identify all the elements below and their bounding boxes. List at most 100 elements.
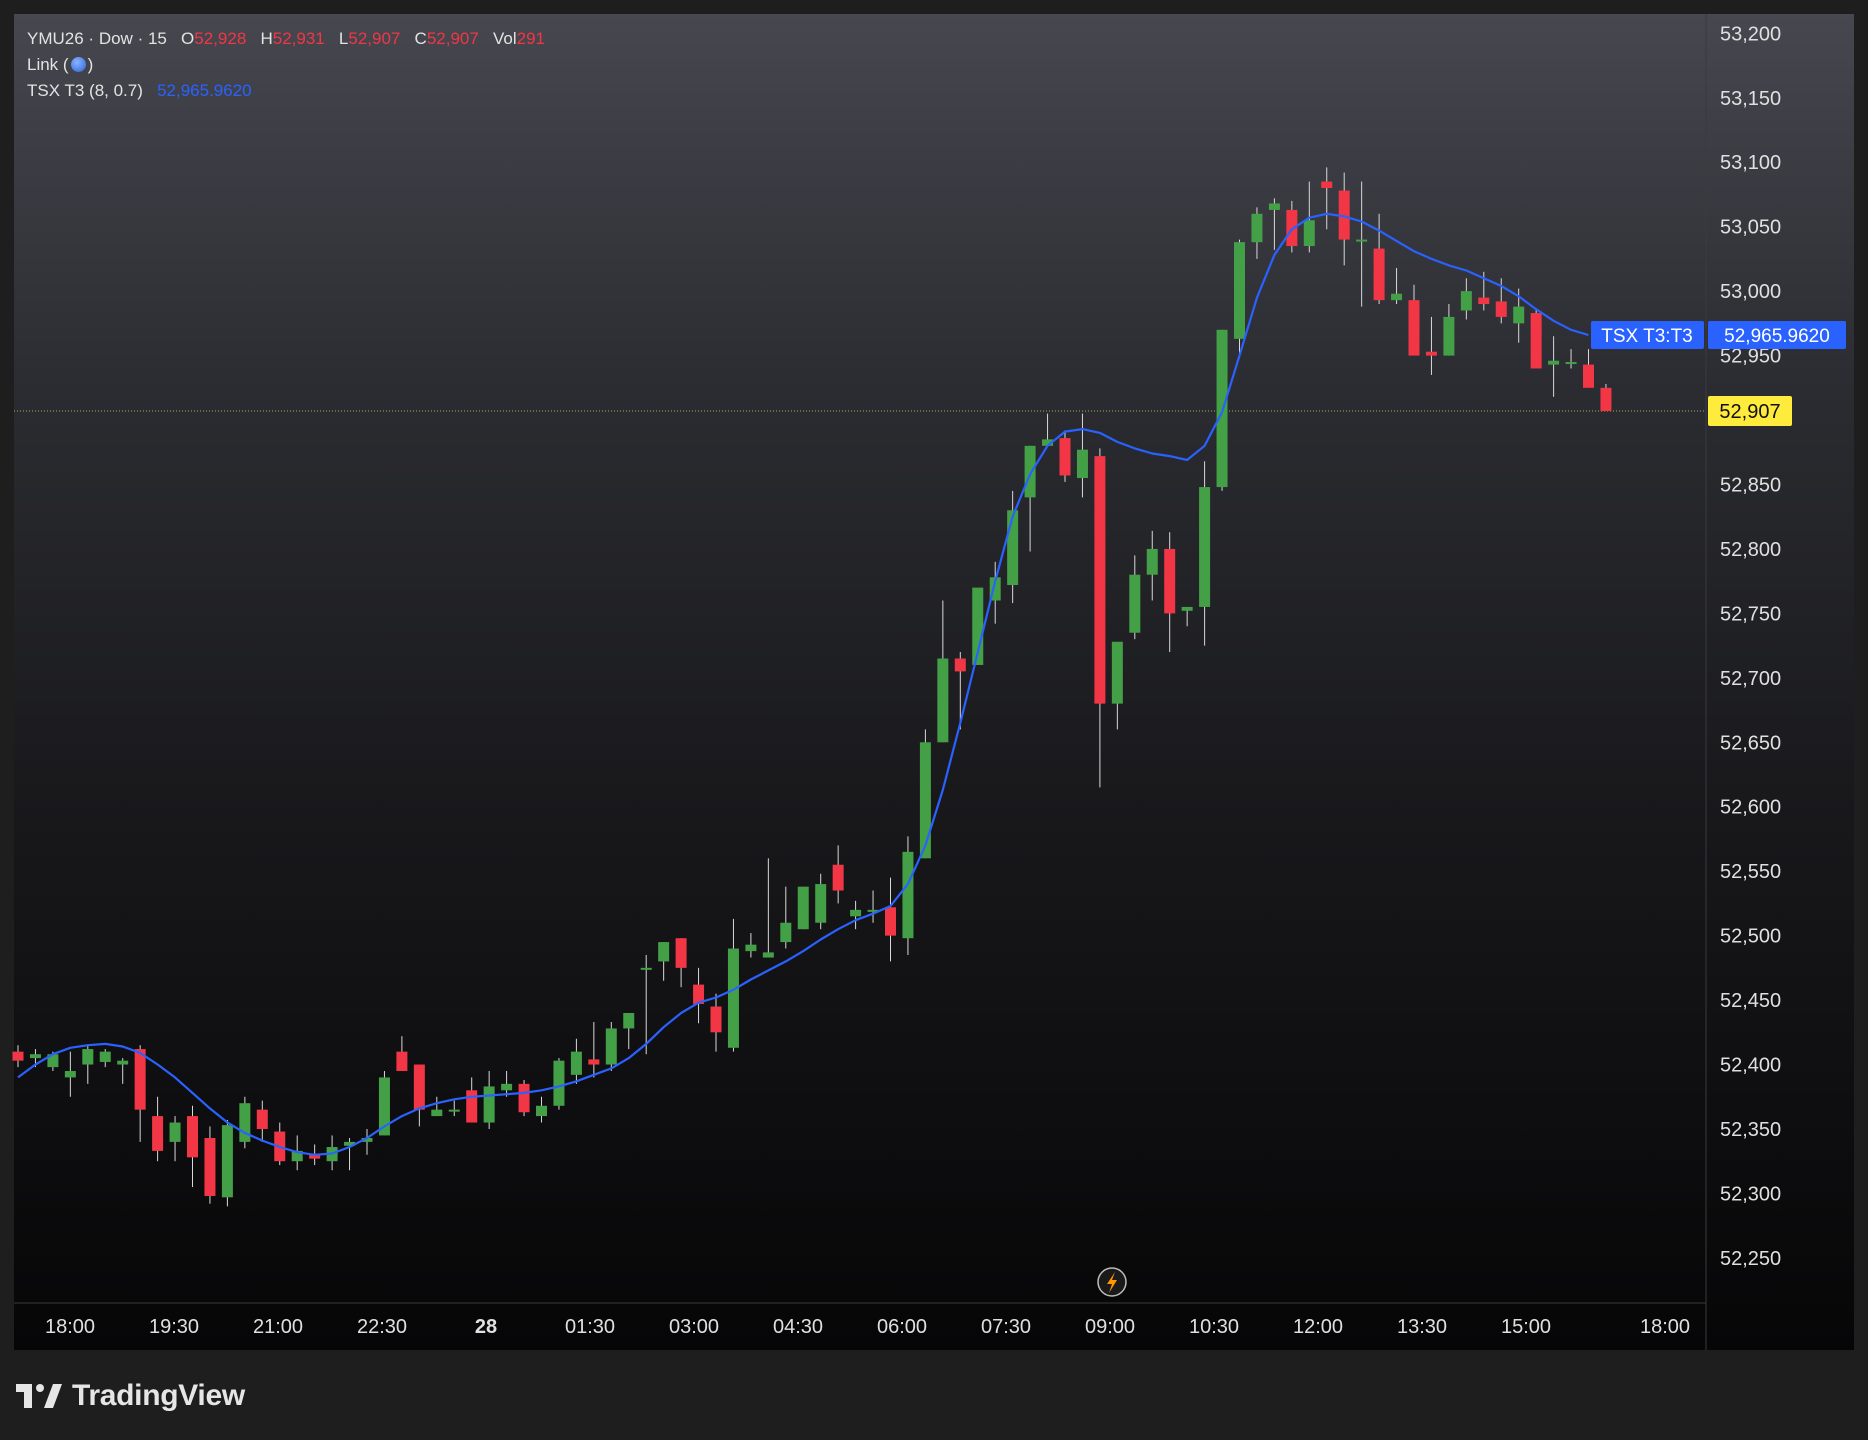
candle-body <box>553 1060 565 1106</box>
candle <box>396 1036 408 1071</box>
candle <box>1251 207 1263 259</box>
candle-body <box>1251 213 1263 243</box>
candle-body <box>675 938 687 968</box>
legend-low-label: L <box>338 29 349 48</box>
candle-body <box>623 1012 635 1029</box>
candle-body <box>117 1060 129 1065</box>
legend-vol-label: Vol <box>493 29 517 48</box>
legend-open-value: 52,928 <box>194 29 247 48</box>
candle <box>1530 310 1542 369</box>
tradingview-logo[interactable]: TradingView <box>16 1378 245 1414</box>
x-tick-label: 09:00 <box>1085 1316 1135 1338</box>
legend-indicator-name[interactable]: TSX T3 (8, 0.7) <box>27 81 143 100</box>
y-tick-label: 52,500 <box>1720 926 1781 948</box>
candle <box>187 1105 198 1187</box>
candle-body <box>239 1103 251 1142</box>
candle-body <box>954 658 966 672</box>
candle <box>1146 530 1158 601</box>
candle <box>221 1119 233 1207</box>
candle <box>780 886 792 949</box>
candle <box>1111 641 1123 730</box>
candle-body <box>64 1070 76 1078</box>
candle <box>12 1045 24 1068</box>
x-tick-label: 18:00 <box>45 1316 95 1338</box>
candle-body <box>536 1105 547 1117</box>
candle-body <box>256 1109 268 1129</box>
legend-link-close: ) <box>87 55 94 74</box>
legend-close-value: 52,907 <box>426 29 479 48</box>
candle <box>274 1122 286 1166</box>
candle <box>1129 555 1141 640</box>
tradingview-logo-icon <box>16 1384 62 1408</box>
candle-body <box>1234 242 1245 339</box>
candle <box>204 1126 216 1204</box>
candle-body <box>919 742 931 859</box>
candle-body <box>1443 316 1455 356</box>
candle <box>727 918 739 1052</box>
last-price-tag-label: 52,907 <box>1719 401 1780 423</box>
x-tick-label: 15:00 <box>1501 1316 1551 1338</box>
candle-body <box>221 1125 233 1198</box>
tsx-t3-line[interactable] <box>17 212 1589 1156</box>
candle <box>466 1077 478 1123</box>
x-tick-label: 03:00 <box>669 1316 719 1338</box>
candle <box>1059 430 1071 482</box>
y-tick-label: 53,200 <box>1720 23 1781 45</box>
candle-body <box>658 942 670 962</box>
indicator-value-tag-label: 52,965.9620 <box>1724 326 1830 347</box>
x-tick-label: 19:30 <box>149 1316 199 1338</box>
candle <box>1321 167 1333 230</box>
candle <box>256 1100 268 1142</box>
link-globe-icon[interactable] <box>70 57 86 72</box>
candle-body <box>413 1064 425 1110</box>
y-tick-label: 52,750 <box>1720 603 1781 625</box>
candle <box>536 1096 547 1123</box>
candle <box>82 1045 94 1084</box>
legend-close-label: C <box>414 29 427 48</box>
candle <box>1164 532 1176 653</box>
legend-symbol[interactable]: YMU26 <box>27 29 84 48</box>
candle-body <box>1094 456 1106 704</box>
x-tick-label: 04:30 <box>773 1316 823 1338</box>
candle <box>867 890 879 923</box>
legend-link-row[interactable]: Link () <box>27 52 545 78</box>
x-tick-label: 21:00 <box>253 1316 303 1338</box>
candle-body <box>1530 313 1542 369</box>
legend-high-label: H <box>260 29 273 48</box>
candle-body <box>832 864 844 891</box>
candle <box>693 967 705 1024</box>
candle <box>1268 198 1280 250</box>
candle <box>1042 413 1054 446</box>
candle-body <box>431 1109 443 1117</box>
candle <box>1583 349 1594 388</box>
candle <box>1548 336 1560 397</box>
candle <box>1024 445 1036 552</box>
candle <box>1356 181 1368 307</box>
candle-body <box>850 909 862 917</box>
candle-body <box>1024 445 1036 498</box>
candle-body <box>797 886 809 930</box>
candle-body <box>1391 293 1403 301</box>
candle-body <box>152 1116 164 1151</box>
candle <box>902 836 914 955</box>
legend-indicator-row[interactable]: TSX T3 (8, 0.7) 52,965.9620 <box>27 78 545 104</box>
candle <box>1373 213 1385 305</box>
candle-body <box>1460 291 1472 311</box>
tradingview-logo-text: TradingView <box>72 1379 245 1412</box>
x-tick-label: 10:30 <box>1189 1316 1239 1338</box>
candle-body <box>1111 641 1123 704</box>
candle <box>518 1080 530 1117</box>
candle <box>675 938 687 988</box>
candle-body <box>1146 548 1158 575</box>
candle <box>1199 461 1211 646</box>
candle <box>553 1058 565 1110</box>
chart-canvas[interactable]: 53,20053,15053,10053,05053,00052,95052,8… <box>0 0 1868 1440</box>
candle-body <box>1164 548 1176 614</box>
lightning-event-icon[interactable] <box>1097 1267 1127 1297</box>
candle-body <box>1425 351 1437 356</box>
y-tick-label: 52,600 <box>1720 797 1781 819</box>
legend-high-value: 52,931 <box>272 29 325 48</box>
candle-body <box>1321 181 1333 189</box>
candle-body <box>466 1090 478 1123</box>
candle <box>448 1100 460 1117</box>
